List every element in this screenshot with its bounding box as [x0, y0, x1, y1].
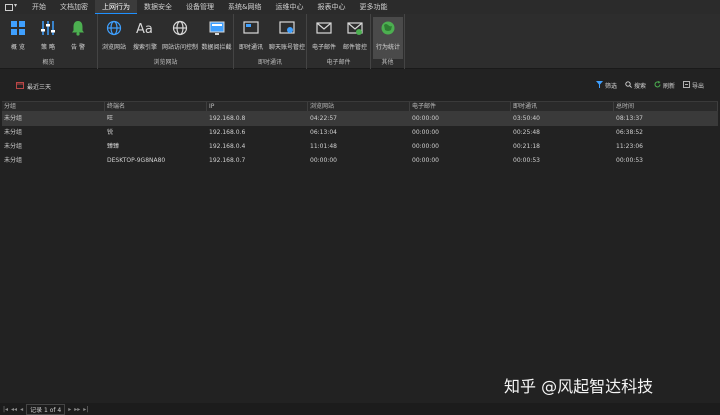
menu-tab-start[interactable]: 开始 [25, 0, 53, 14]
mail-icon [315, 19, 333, 37]
next-page-icon[interactable]: ▸▸ [74, 406, 80, 413]
refresh-icon [654, 81, 661, 90]
alert-button[interactable]: 告 警 [64, 17, 92, 59]
calendar-icon [16, 81, 24, 91]
column-header-total[interactable]: 总时间 [614, 102, 718, 111]
data-grid: 分组 终端名 IP 浏览网站 电子邮件 即时通讯 总时间 未分组 旺 192.1… [2, 101, 718, 168]
record-counter: 记录 1 of 4 [26, 403, 66, 415]
filter-icon [595, 81, 603, 90]
monitor-icon [208, 19, 226, 37]
overview-button[interactable]: 概 览 [4, 17, 32, 59]
email-control-button[interactable]: 邮件管控 [340, 17, 370, 59]
menu-tab-ops-center[interactable]: 运维中心 [268, 0, 310, 14]
data-intercept-button[interactable]: 数据阅拦截 [200, 17, 233, 59]
watermark: 知乎 @风起智达科技 [504, 377, 654, 396]
menu-tab-report-center[interactable]: 报表中心 [310, 0, 352, 14]
prev-record-icon[interactable]: ◂ [20, 406, 23, 413]
user-chat-icon [278, 19, 296, 37]
ribbon: 概 览 策 略 告 警 概览 浏览网站 Aa 搜索引擎 网站访问控制 数据阅拦截… [0, 14, 720, 69]
table-row[interactable]: 未分组 DESKTOP-9G8NA80 192.168.0.7 00:00:00… [2, 154, 718, 168]
ribbon-group-label: 即时通讯 [257, 59, 282, 66]
browse-website-button[interactable]: 浏览网站 [99, 17, 129, 59]
ribbon-group-email: 电子邮件 邮件管控 电子邮件 [307, 14, 371, 69]
instant-messaging-button[interactable]: 即时通讯 [236, 17, 266, 59]
website-access-control-button[interactable]: 网站访问控制 [161, 17, 199, 59]
ribbon-group-other: 行为统计 其他 [371, 14, 405, 69]
search-engine-button[interactable]: Aa 搜索引擎 [130, 17, 160, 59]
search-button[interactable]: 搜索 [625, 81, 646, 90]
ribbon-group-overview: 概 览 策 略 告 警 概览 [0, 14, 98, 69]
grid-header: 分组 终端名 IP 浏览网站 电子邮件 即时通讯 总时间 [2, 101, 718, 112]
bell-icon [69, 19, 87, 37]
refresh-button[interactable]: 刷新 [654, 81, 675, 90]
status-bar: |◂ ◂◂ ◂ 记录 1 of 4 ▸ ▸▸ ▸| [0, 403, 720, 415]
ribbon-group-im: 即时通讯 聊天账号管控 即时通讯 [234, 14, 307, 69]
last-record-icon[interactable]: ▸| [83, 406, 88, 413]
ribbon-group-browse: 浏览网站 Aa 搜索引擎 网站访问控制 数据阅拦截 浏览网站 [98, 14, 234, 69]
globe-icon [105, 19, 123, 37]
globe-lock-icon [171, 19, 189, 37]
menu-tab-system-network[interactable]: 系统&网络 [221, 0, 268, 14]
policy-button[interactable]: 策 略 [34, 17, 62, 59]
menu-tab-data-security[interactable]: 数据安全 [137, 0, 179, 14]
menu-tab-doc-encryption[interactable]: 文档加密 [53, 0, 95, 14]
menu-bar: 开始 文档加密 上网行为 数据安全 设备管理 系统&网络 运维中心 报表中心 更… [0, 0, 720, 14]
table-row[interactable]: 未分组 锐 192.168.0.6 06:13:04 00:00:00 00:2… [2, 126, 718, 140]
first-record-icon[interactable]: |◂ [3, 406, 8, 413]
column-header-im[interactable]: 即时通讯 [511, 102, 614, 111]
toolbar-actions: 筛选 搜索 刷新 导出 [595, 81, 704, 90]
ribbon-group-label: 概览 [42, 59, 55, 66]
chat-window-icon [242, 19, 260, 37]
globe-stats-icon [379, 19, 397, 37]
ribbon-group-label: 浏览网站 [153, 59, 178, 66]
menu-tab-internet-behavior[interactable]: 上网行为 [95, 0, 137, 14]
filter-button[interactable]: 筛选 [595, 81, 617, 90]
text-aa-icon: Aa [136, 19, 154, 37]
ribbon-group-label: 其他 [381, 59, 394, 66]
export-icon [683, 81, 690, 90]
date-filter-label: 最近三天 [27, 83, 52, 91]
export-button[interactable]: 导出 [683, 81, 704, 90]
column-header-terminal[interactable]: 终端名 [105, 102, 207, 111]
table-row[interactable]: 未分组 旺 192.168.0.8 04:22:57 00:00:00 03:5… [2, 112, 718, 126]
svg-text:Aa: Aa [136, 22, 153, 36]
search-icon [625, 81, 632, 90]
column-header-email[interactable]: 电子邮件 [410, 102, 511, 111]
mail-check-icon [346, 19, 364, 37]
ribbon-group-label: 电子邮件 [326, 59, 351, 66]
menu-tab-device-management[interactable]: 设备管理 [179, 0, 221, 14]
grid-icon [9, 19, 27, 37]
app-menu-icon[interactable] [5, 2, 17, 11]
date-filter[interactable]: 最近三天 [16, 81, 51, 91]
column-header-group[interactable]: 分组 [2, 102, 105, 111]
column-header-ip[interactable]: IP [207, 102, 308, 111]
column-header-browse[interactable]: 浏览网站 [308, 102, 410, 111]
email-button[interactable]: 电子邮件 [309, 17, 339, 59]
prev-page-icon[interactable]: ◂◂ [11, 406, 17, 413]
menu-tab-more[interactable]: 更多功能 [352, 0, 394, 14]
chat-account-control-button[interactable]: 聊天账号管控 [268, 17, 306, 59]
behavior-statistics-button[interactable]: 行为统计 [373, 17, 403, 59]
toolbar: 最近三天 筛选 搜索 刷新 导出 [0, 78, 720, 94]
sliders-icon [39, 19, 57, 37]
next-record-icon[interactable]: ▸ [68, 406, 71, 413]
table-row[interactable]: 未分组 臻臻 192.168.0.4 11:01:48 00:00:00 00:… [2, 140, 718, 154]
